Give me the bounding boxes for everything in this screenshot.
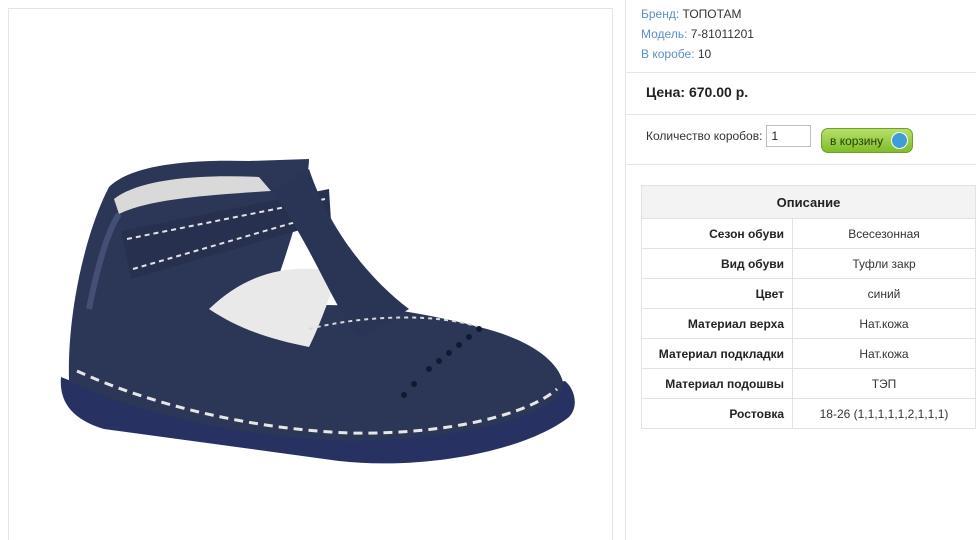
- product-page: Бренд: ТОПОТАМ Модель: 7-81011201 В коро…: [0, 0, 976, 540]
- spec-key: Сезон обуви: [641, 218, 793, 249]
- quantity-row: Количество коробов:: [646, 125, 812, 147]
- product-info: Бренд: ТОПОТАМ Модель: 7-81011201 В коро…: [641, 4, 754, 64]
- spec-value: ТЭП: [792, 368, 976, 399]
- brand-value: ТОПОТАМ: [682, 7, 742, 21]
- model-row: Модель: 7-81011201: [641, 24, 754, 44]
- model-value: 7-81011201: [690, 27, 754, 41]
- box-count-value: 10: [697, 47, 712, 61]
- quantity-label: Количество коробов:: [646, 129, 763, 143]
- spec-value: 18-26 (1,1,1,1,1,2,1,1,1): [792, 398, 976, 429]
- box-count-row: В коробе: 10: [641, 44, 754, 64]
- spec-key: Ростовка: [641, 398, 793, 429]
- spec-key: Материал подкладки: [641, 338, 793, 369]
- spec-key: Материал подошвы: [641, 368, 793, 399]
- spec-value: Нат.кожа: [792, 338, 976, 369]
- price: Цена: 670.00 р.: [646, 84, 749, 100]
- brand-row: Бренд: ТОПОТАМ: [641, 4, 754, 24]
- product-image[interactable]: [9, 9, 614, 540]
- table-row: Материал подкладки Нат.кожа: [641, 338, 976, 369]
- cart-icon: [891, 132, 908, 149]
- table-row: Материал верха Нат.кожа: [641, 308, 976, 339]
- separator: [626, 164, 976, 165]
- spec-value: синий: [792, 278, 976, 309]
- spec-header-row: Описание: [641, 185, 976, 219]
- table-row: Сезон обуви Всесезонная: [641, 218, 976, 249]
- table-row: Материал подошвы ТЭП: [641, 368, 976, 399]
- spec-value: Туфли закр: [792, 248, 976, 279]
- brand-label[interactable]: Бренд:: [641, 7, 679, 21]
- column-divider: [625, 0, 626, 540]
- separator: [626, 114, 976, 115]
- product-image-panel: [8, 8, 613, 540]
- table-row: Цвет синий: [641, 278, 976, 309]
- add-to-cart-label: в корзину: [830, 133, 884, 148]
- spec-key: Цвет: [641, 278, 793, 309]
- spec-key: Вид обуви: [641, 248, 793, 279]
- spec-table: Описание Сезон обуви Всесезонная Вид обу…: [641, 185, 976, 429]
- spec-value: Всесезонная: [792, 218, 976, 249]
- separator: [626, 72, 976, 73]
- add-to-cart-button[interactable]: в корзину: [821, 128, 913, 153]
- model-label[interactable]: Модель:: [641, 27, 687, 41]
- table-row: Вид обуви Туфли закр: [641, 248, 976, 279]
- box-count-label[interactable]: В коробе:: [641, 47, 695, 61]
- table-row: Ростовка 18-26 (1,1,1,1,1,2,1,1,1): [641, 398, 976, 429]
- quantity-input[interactable]: [766, 125, 812, 147]
- spec-value: Нат.кожа: [792, 308, 976, 339]
- spec-key: Материал верха: [641, 308, 793, 339]
- spec-title: Описание: [641, 185, 976, 219]
